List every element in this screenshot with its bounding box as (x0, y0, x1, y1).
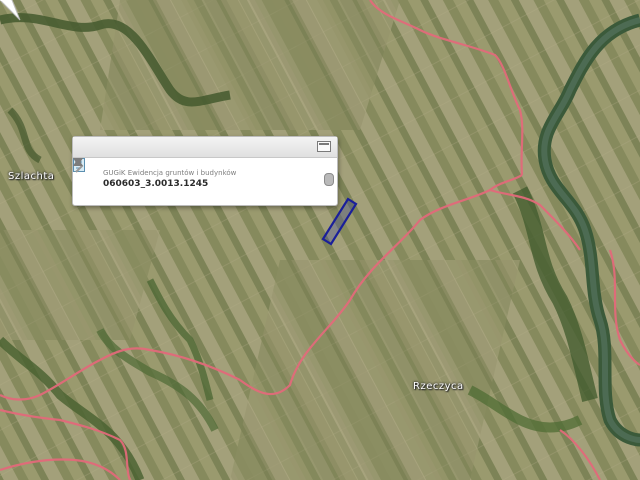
popup-header (73, 137, 337, 158)
field-block-north (100, 0, 400, 130)
field-block-south (230, 260, 520, 480)
result-position-indicator (324, 173, 334, 186)
maximize-icon[interactable] (317, 141, 331, 152)
popup-pointer (0, 0, 21, 21)
popup-body: GUGiK Ewidencja gruntów i budynków 06060… (73, 158, 337, 205)
parcel-id[interactable]: 060603_3.0013.1245 (103, 179, 208, 189)
map-imagery (0, 0, 640, 480)
arrow-down-icon[interactable] (73, 158, 83, 166)
place-label-west: Szlachta (8, 171, 55, 182)
place-label-east: Rzeczyca (413, 381, 464, 392)
result-layer-title: GUGiK Ewidencja gruntów i budynków (103, 169, 237, 177)
identify-popup: GUGiK Ewidencja gruntów i budynków 06060… (72, 136, 338, 206)
satellite-map[interactable]: Szlachta Rzeczyca GUGiK Ewidencja gruntó… (0, 0, 640, 480)
